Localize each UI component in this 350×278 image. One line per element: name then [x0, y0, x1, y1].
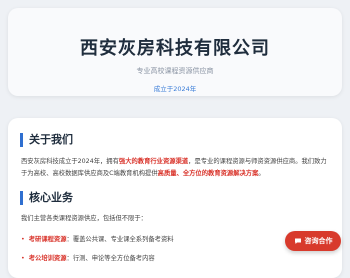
bullet-icon: • [21, 255, 25, 262]
company-name: 西安灰房科技有限公司 [80, 38, 270, 59]
company-tagline: 专业高校课程资源供应商 [136, 67, 214, 75]
about-title: 关于我们 [20, 133, 73, 147]
contact-button-label: 咨询合作 [304, 237, 333, 245]
business-title: 核心业务 [20, 191, 73, 205]
about-text: 西安灰房科技成立于2024年，拥有强大的教育行业资源渠道，是专业的课程资源与师资… [21, 156, 331, 180]
about-highlight-2: 高质量、全方位的教育资源解决方案 [157, 170, 259, 177]
chat-icon [294, 238, 301, 244]
business-item-name: 考研课程资源 [28, 236, 67, 243]
about-highlight-1: 强大的教育行业资源渠道 [118, 158, 189, 165]
bullet-icon: • [21, 236, 25, 243]
contact-button[interactable]: 咨询合作 [285, 231, 341, 251]
header-card: 西安灰房科技有限公司 专业高校课程资源供应商 成立于2024年 [8, 8, 342, 96]
company-founded: 成立于2024年 [153, 85, 197, 93]
business-item-desc: ：覆盖公共课、专业课全系列备考资料 [66, 236, 174, 243]
business-item: • 考研课程资源：覆盖公共课、专业课全系列备考资料 [21, 235, 174, 245]
about-text-3: 。 [258, 170, 265, 177]
business-item-desc: ：行测、申论等全方位备考内容 [66, 255, 155, 262]
business-intro: 我们主营各类课程资源供应，包括但不限于： [21, 215, 147, 222]
about-text-1: 西安灰房科技成立于2024年，拥有 [21, 158, 119, 165]
content-card: 关于我们 西安灰房科技成立于2024年，拥有强大的教育行业资源渠道，是专业的课程… [8, 118, 342, 278]
business-item-name: 考公培训资源 [28, 255, 67, 262]
